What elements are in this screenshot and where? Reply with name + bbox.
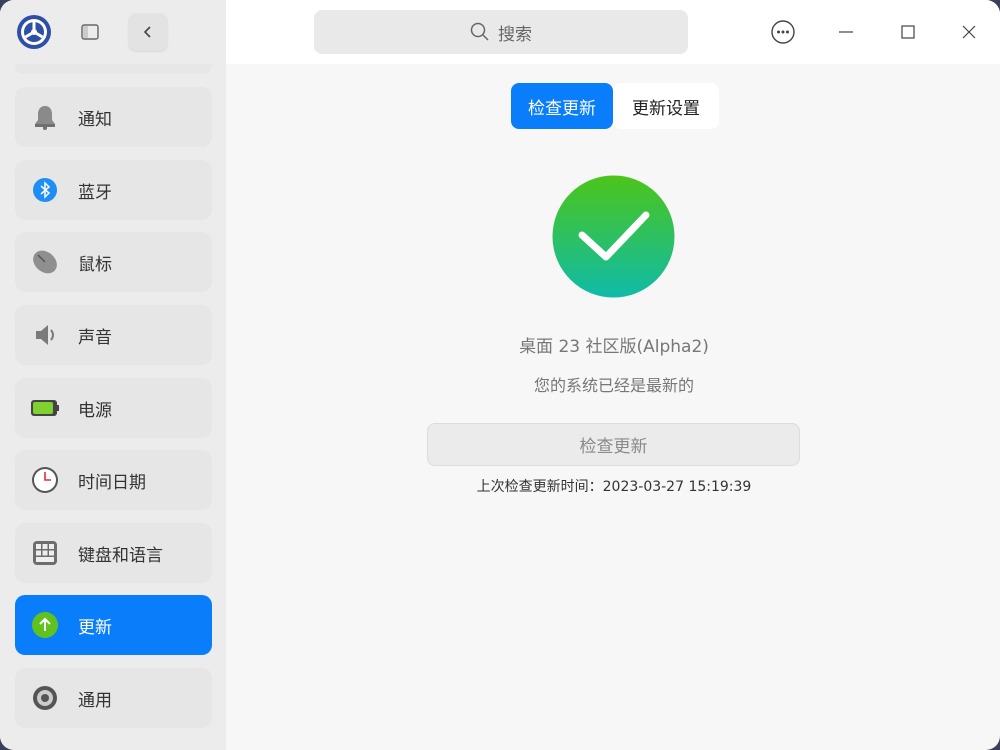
settings-window: 通知 蓝牙 鼠标 声音 电源 时间日期 键盘和语言 更新 通用 搜索 检查更新 … <box>0 0 1000 750</box>
tab-update-settings[interactable]: 更新设置 <box>613 83 719 129</box>
sidebar-scroll-edge <box>15 64 212 74</box>
bluetooth-icon <box>30 175 60 205</box>
update-tabs: 检查更新 更新设置 <box>510 83 720 131</box>
sidebar-item-bluetooth[interactable]: 蓝牙 <box>15 160 212 220</box>
sidebar-item-label: 通知 <box>78 109 112 130</box>
minimize-icon <box>839 31 853 33</box>
minimize-button[interactable] <box>830 16 862 48</box>
mouse-icon <box>30 247 60 277</box>
sidebar-item-mouse[interactable]: 鼠标 <box>15 232 212 292</box>
sidebar-item-notification[interactable]: 通知 <box>15 87 212 147</box>
maximize-button[interactable] <box>892 16 924 48</box>
sidebar-item-update[interactable]: 更新 <box>15 595 212 655</box>
update-arrow-icon <box>30 610 60 640</box>
back-button[interactable] <box>128 13 168 51</box>
close-button[interactable] <box>953 16 985 48</box>
sidebar-item-label: 声音 <box>78 327 112 348</box>
sidebar-item-label: 通用 <box>78 690 112 711</box>
sidebar-item-label: 蓝牙 <box>78 182 112 203</box>
sidebar-item-label: 更新 <box>78 617 112 638</box>
more-options-icon <box>771 20 795 44</box>
bell-icon <box>30 102 60 132</box>
gear-icon <box>30 683 60 713</box>
chevron-left-icon <box>143 26 151 38</box>
control-center-app-icon <box>17 15 51 49</box>
system-version: 桌面 23 社区版(Alpha2) <box>519 337 709 357</box>
check-update-button[interactable]: 检查更新 <box>427 423 800 466</box>
sidebar-item-label: 键盘和语言 <box>78 545 163 566</box>
sidebar-header <box>0 0 226 64</box>
maximize-icon <box>901 25 915 39</box>
sidebar-item-power[interactable]: 电源 <box>15 378 212 438</box>
sidebar: 通知 蓝牙 鼠标 声音 电源 时间日期 键盘和语言 更新 通用 <box>0 0 226 750</box>
update-status: 您的系统已经是最新的 <box>533 376 694 395</box>
sidebar-item-datetime[interactable]: 时间日期 <box>15 450 212 510</box>
menu-button[interactable] <box>767 16 799 48</box>
sidebar-item-label: 时间日期 <box>78 472 146 493</box>
clock-icon <box>30 465 60 495</box>
sidebar-item-keyboard[interactable]: 键盘和语言 <box>15 523 212 583</box>
sidebar-toggle-icon[interactable] <box>78 20 102 44</box>
keyboard-icon <box>30 538 60 568</box>
sidebar-item-sound[interactable]: 声音 <box>15 305 212 365</box>
success-check-icon <box>552 175 675 298</box>
last-check-time: 上次检查更新时间：2023-03-27 15:19:39 <box>476 479 752 495</box>
search-input[interactable]: 搜索 <box>314 10 688 54</box>
battery-icon <box>30 393 60 423</box>
sidebar-item-general[interactable]: 通用 <box>15 668 212 728</box>
sidebar-item-label: 鼠标 <box>78 254 112 275</box>
search-placeholder: 搜索 <box>498 24 532 45</box>
search-icon <box>470 22 489 41</box>
close-icon <box>962 25 976 39</box>
sidebar-item-label: 电源 <box>78 400 112 421</box>
speaker-icon <box>30 320 60 350</box>
tab-check-update[interactable]: 检查更新 <box>511 83 613 129</box>
